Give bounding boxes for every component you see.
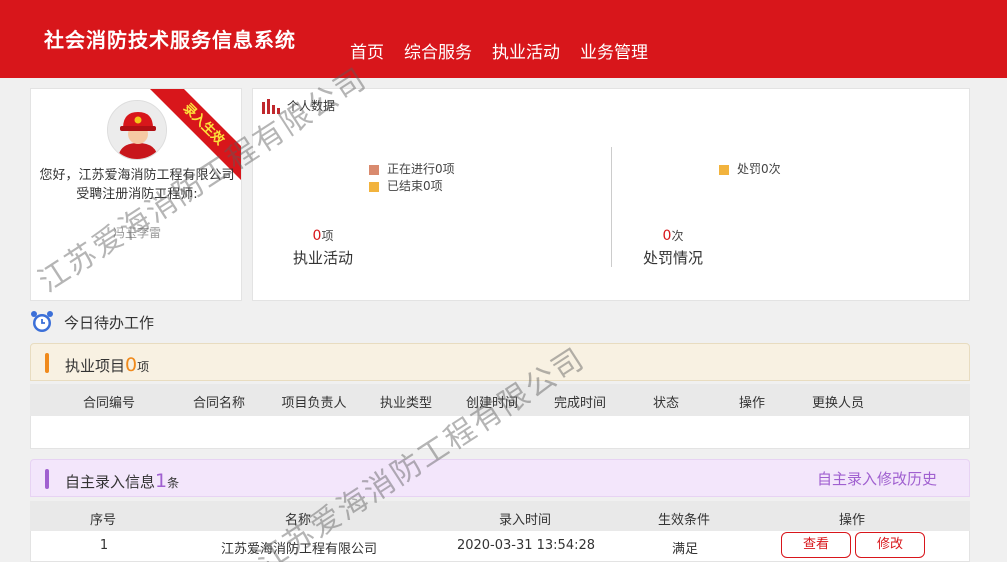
self-entry-count: 1 [155, 470, 168, 492]
table-row: 1 江苏爱海消防工程有限公司 2020-03-31 13:54:28 满足 查看… [30, 531, 970, 562]
row-name: 江苏爱海消防工程有限公司 [220, 542, 377, 557]
activity-label: 执业活动 [292, 249, 353, 267]
projects-table-header: 合同编号 合同名称 项目负责人 执业类型 创建时间 完成时间 状态 操作 更换人… [30, 384, 970, 416]
projects-accent-bar [45, 353, 49, 373]
projects-title: 执业项目0项 [65, 354, 150, 376]
top-header: 社会消防技术服务信息系统 首页 综合服务 执业活动 业务管理 [0, 0, 1007, 78]
col-practice-type: 执业类型 [379, 396, 432, 411]
engineer-name[interactable]: 冯玉李雷 [31, 224, 241, 241]
self-entry-accent-bar [45, 469, 49, 489]
personal-data-card: 个人数据 正在进行0项 已结束0项 处罚0次 0项 执业活动 0次 处罚情况 [252, 88, 970, 301]
personal-data-title: 个人数据 [287, 99, 336, 113]
penalty-legend: 处罚0次 [719, 161, 781, 178]
activity-unit: 项 [321, 229, 334, 243]
view-button[interactable]: 查看 [781, 532, 851, 558]
row-index: 1 [99, 538, 109, 553]
row-time: 2020-03-31 13:54:28 [456, 538, 596, 553]
col-completed: 完成时间 [553, 396, 606, 411]
col-created: 创建时间 [465, 396, 518, 411]
projects-count: 0 [125, 354, 138, 376]
col-contract-name: 合同名称 [192, 396, 245, 411]
firefighter-avatar [107, 100, 167, 160]
nav-business[interactable]: 业务管理 [580, 38, 648, 63]
nav-services[interactable]: 综合服务 [404, 38, 472, 63]
penalty-label: 处罚情况 [642, 249, 703, 267]
finished-legend: 已结束0项 [387, 179, 443, 193]
col-entry-time: 录入时间 [498, 513, 551, 528]
projects-panel-header: 执业项目0项 [30, 343, 970, 381]
main-nav: 首页 综合服务 执业活动 业务管理 [350, 38, 648, 63]
activity-legend: 正在进行0项 已结束0项 [369, 161, 455, 195]
penalty-swatch [719, 164, 729, 175]
todo-header: 今日待办工作 [30, 310, 154, 334]
activity-stat: 0项 执业活动 [287, 227, 359, 268]
col-project-lead: 项目负责人 [281, 396, 347, 411]
col-name: 名称 [284, 513, 311, 528]
self-entry-title: 自主录入信息1条 [65, 470, 180, 492]
greeting-text: 您好，江苏爱海消防工程有限公司 受聘注册消防工程师: [39, 166, 235, 204]
bar-chart-icon [262, 98, 280, 114]
col-index: 序号 [89, 513, 116, 528]
stats-divider [611, 147, 612, 267]
penalty-unit: 次 [671, 229, 684, 243]
history-link[interactable]: 自主录入修改历史 [817, 468, 937, 489]
row-condition: 满足 [671, 542, 698, 557]
penalty-stat: 0次 处罚情况 [637, 227, 709, 268]
nav-practice[interactable]: 执业活动 [492, 38, 560, 63]
edit-button[interactable]: 修改 [855, 532, 925, 558]
personal-data-header: 个人数据 [261, 97, 335, 114]
col-replace: 更换人员 [811, 396, 864, 411]
col-condition: 生效条件 [657, 513, 710, 528]
penalty-legend-text: 处罚0次 [737, 162, 781, 176]
ongoing-swatch [369, 164, 379, 175]
ongoing-legend: 正在进行0项 [387, 162, 455, 176]
alarm-clock-icon [31, 311, 53, 332]
col-contract-no: 合同编号 [82, 396, 135, 411]
profile-card: 录入生效 您好，江苏爱海消防工程有限公司 受聘注册消防工程师: 冯玉李雷 [30, 88, 242, 301]
finished-swatch [369, 181, 379, 192]
greeting-line: 您好，江苏爱海消防工程有限公司 [39, 168, 235, 183]
nav-home[interactable]: 首页 [350, 38, 384, 63]
engineer-role-label: 受聘注册消防工程师: [76, 187, 198, 202]
todo-title: 今日待办工作 [64, 313, 155, 332]
col-operation: 操作 [838, 513, 865, 528]
self-entry-table-header: 序号 名称 录入时间 生效条件 操作 [30, 501, 970, 531]
projects-table-body [30, 416, 970, 449]
col-action: 操作 [738, 396, 765, 411]
col-status: 状态 [652, 396, 679, 411]
app-title: 社会消防技术服务信息系统 [44, 28, 296, 52]
